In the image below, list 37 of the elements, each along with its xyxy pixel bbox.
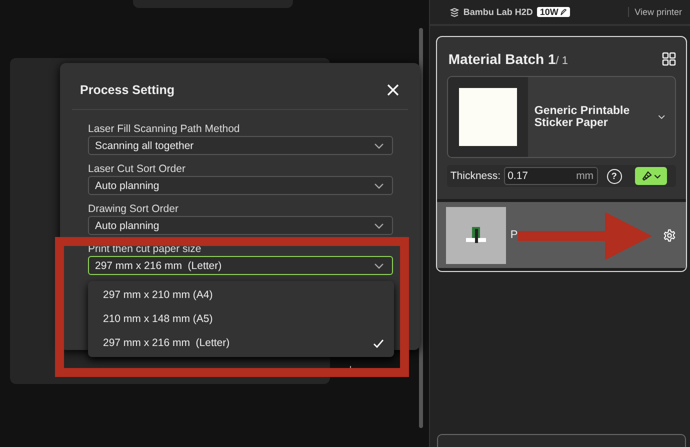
dialog-title: Process Setting (80, 83, 174, 97)
printer-icon (450, 8, 460, 16)
chevron-icon (374, 222, 384, 228)
laser-icon (640, 170, 653, 182)
view-printer-link[interactable]: View printer (628, 7, 682, 17)
grid-icon[interactable] (662, 52, 676, 66)
chevron-icon (374, 142, 384, 148)
dropdown-option[interactable]: 297 mm x 216 mm (Letter) (88, 331, 394, 355)
material-selector[interactable]: Generic Printable Sticker Paper (447, 76, 676, 158)
field-label: Laser Cut Sort Order (88, 162, 186, 176)
chevron-icon (654, 174, 661, 178)
thickness-label: Thickness: (450, 170, 501, 182)
select-field[interactable]: Scanning all together (88, 136, 393, 155)
dropdown-option[interactable]: 210 mm x 148 mm (A5) (88, 307, 394, 331)
plate-name: P (510, 229, 519, 241)
field-label: Drawing Sort Order (88, 202, 180, 216)
material-name: Generic Printable Sticker Paper (534, 105, 631, 129)
field-label: Laser Fill Scanning Path Method (88, 122, 241, 136)
laser-power-badge[interactable]: 10W (536, 7, 570, 17)
dropdown-option[interactable]: 297 mm x 210 mm (A4) (88, 283, 394, 307)
close-button[interactable] (386, 83, 400, 97)
plate-item[interactable]: P (437, 199, 686, 271)
chevron-icon (658, 114, 665, 120)
thickness-field[interactable]: 0.17 mm (504, 167, 598, 185)
chevron-icon (374, 262, 384, 268)
select-field[interactable]: 297 mm x 216 mm (Letter) (88, 256, 393, 275)
settings-icon[interactable] (663, 228, 676, 242)
select-field[interactable]: Auto planning (88, 176, 393, 195)
plate-thumbnail (446, 206, 506, 264)
printer-name: Bambu Lab H2D (463, 7, 533, 17)
laser-tool-button[interactable] (634, 167, 667, 185)
chevron-icon (374, 182, 384, 188)
help-icon[interactable]: ? (606, 168, 622, 184)
select-field[interactable]: Auto planning (88, 216, 393, 235)
paper-swatch (459, 88, 518, 146)
pencil-icon (560, 8, 568, 16)
batch-title: Material Batch 1/ 1 (448, 51, 568, 67)
